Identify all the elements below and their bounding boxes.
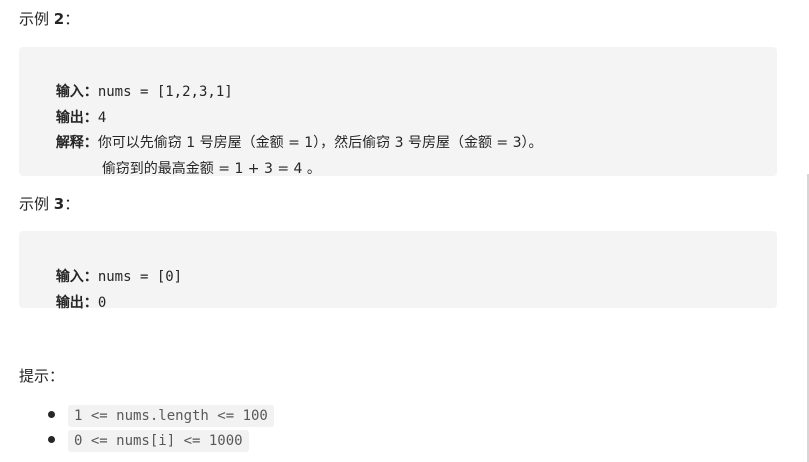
example-2-box: 输入：nums = [1,2,3,1] 输出：4 解释：你可以先偷窃 1 号房屋… [19, 47, 777, 177]
heading-colon: ： [64, 10, 80, 28]
bullet-icon [48, 411, 55, 418]
output-label: 输出： [55, 295, 98, 311]
bullet-icon [48, 436, 55, 443]
input-value: nums = [1,2,3,1] [97, 84, 233, 100]
hints-title: 提示： [19, 367, 65, 385]
example-heading-label: 示例 [19, 10, 50, 28]
example-3-output-line: 输出：0 [38, 273, 106, 333]
example-number: 2 [53, 10, 65, 28]
heading-colon: ： [64, 195, 80, 213]
example-2-explain-continuation: 偷窃到的最高金额 = 1 + 3 = 4 。 [84, 139, 321, 199]
output-value: 0 [97, 295, 107, 311]
example-2-heading: 示例 2： [19, 9, 79, 29]
example-3-heading: 示例 3： [19, 194, 79, 214]
example-number: 3 [53, 195, 65, 213]
explain-text-line-2: 偷窃到的最高金额 = 1 + 3 = 4 。 [101, 161, 321, 177]
example-3-box: 输入：nums = [0] 输出：0 [19, 231, 777, 311]
input-value: nums = [0] [97, 269, 183, 285]
hint-constraint-2: 0 <= nums[i] <= 1000 [68, 430, 249, 452]
example-heading-label: 示例 [19, 195, 50, 213]
hint-constraint-1: 1 <= nums.length <= 100 [68, 405, 274, 427]
